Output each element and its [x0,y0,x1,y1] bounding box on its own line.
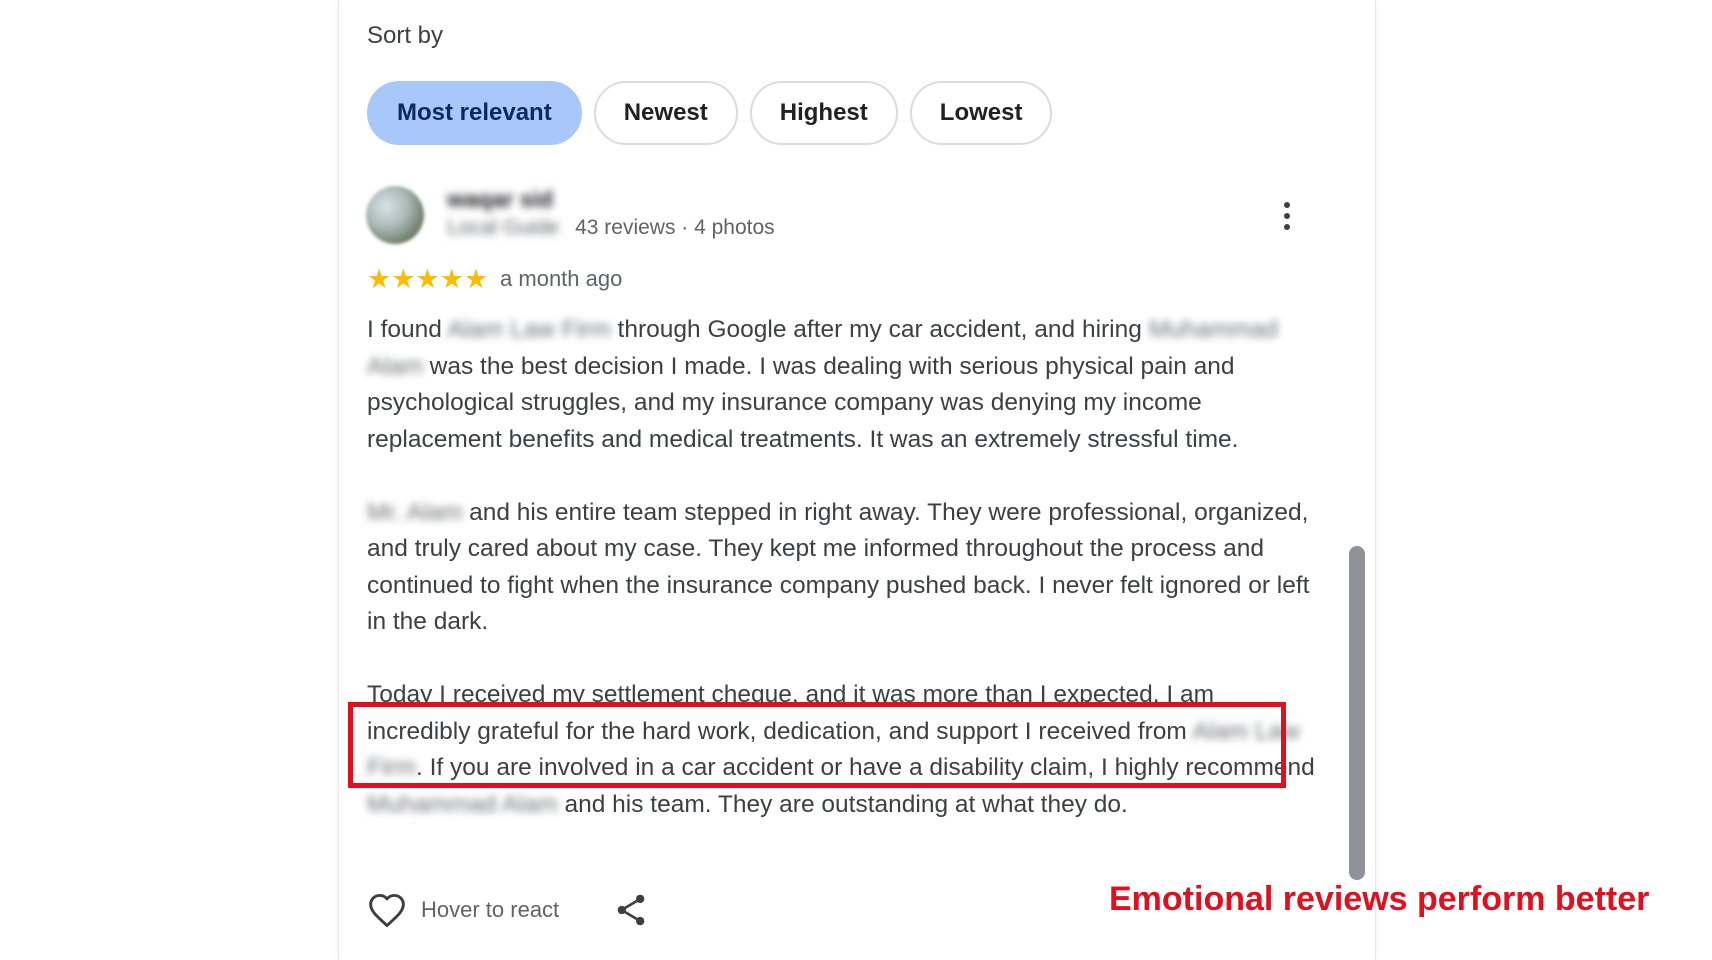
sort-lowest-chip[interactable]: Lowest [909,81,1053,145]
redacted-firm-name: Alam Law Firm [447,316,611,343]
heart-icon [369,893,405,928]
more-vert-icon [1284,202,1290,230]
sort-chips: Most relevant Newest Highest Lowest [367,81,1053,145]
review-paragraph-3: Today I received my settlement cheque, a… [367,681,1315,818]
reviewer-meta: Local Guide 43 reviews · 4 photos [447,216,775,240]
react-label: Hover to react [421,897,560,922]
review-actions: Hover to react [367,892,647,928]
sort-most-relevant-chip[interactable]: Most relevant [367,81,582,145]
share-icon [617,894,645,926]
review-text: I found Alam Law Firm through Google aft… [367,312,1317,823]
sort-newest-chip[interactable]: Newest [593,81,738,145]
star-rating: ★★★★★ [367,264,489,294]
reviews-panel: Sort by Most relevant Newest Highest Low… [338,0,1649,960]
redacted-lawyer-name: Muhammad Alam [367,790,558,818]
share-button[interactable] [615,893,647,927]
annotation-caption: Emotional reviews perform better [1109,880,1650,918]
review-time: a month ago [500,266,623,291]
review-paragraph-1: I found Alam Law Firm through Google aft… [367,316,1279,453]
reviewer-stats: 43 reviews · 4 photos [575,216,775,239]
local-guide-badge: Local Guide [447,216,560,239]
reviewer-name[interactable]: waqar sid [447,186,553,213]
rating-row: ★★★★★ a month ago [367,264,622,294]
reviewer-avatar[interactable] [366,186,424,244]
sort-highest-chip[interactable]: Highest [749,81,898,145]
redacted-lawyer-name: Mr. Alam [367,498,463,526]
review-paragraph-2: Mr. Alam and his entire team stepped in … [367,498,1310,636]
scrollbar-thumb[interactable] [1349,546,1365,880]
more-options-button[interactable] [1274,196,1300,236]
sort-by-label: Sort by [367,22,444,49]
react-button[interactable]: Hover to react [367,892,559,928]
